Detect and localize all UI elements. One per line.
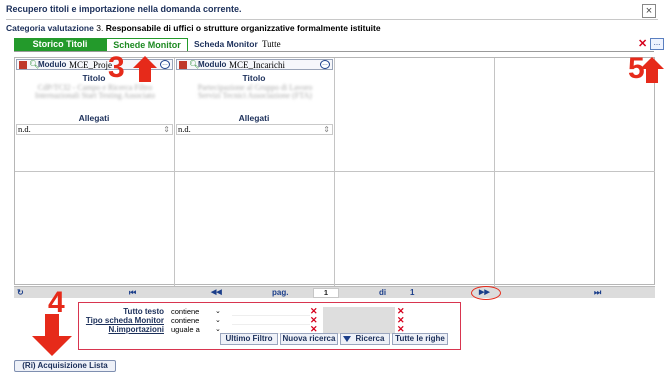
- annotation-arrow-up-icon: [640, 57, 664, 83]
- prev-page-icon[interactable]: ◀◀: [211, 287, 222, 299]
- pager-bar: ↻ ⏮ ◀◀ pag. 1 di 1 ▶▶ ⏭: [14, 286, 655, 298]
- filter-operator-select[interactable]: contiene ⌄: [171, 307, 223, 316]
- ricerca-label: Ricerca: [355, 334, 385, 343]
- titolo-header: Titolo: [242, 73, 266, 83]
- result-card: 🔍︎ Modulo MCE_Incarichi … Titolo Parteci…: [175, 58, 335, 172]
- comment-icon[interactable]: …: [160, 60, 170, 69]
- empty-cell: [15, 172, 175, 286]
- clear-scheda-icon[interactable]: ✕: [638, 38, 647, 50]
- spinner-icon: ⇕: [323, 125, 330, 134]
- filter-input[interactable]: [232, 316, 310, 325]
- empty-cell: [335, 172, 495, 286]
- allegati-value: n.d.: [18, 124, 31, 134]
- filter-label: Tutto testo: [123, 307, 164, 316]
- filter-funnel-icon: [343, 336, 351, 342]
- allegati-select[interactable]: n.d. ⇕: [16, 124, 173, 135]
- results-grid: 🔍︎ Modulo MCE_Proje … Titolo CdP/TCI2 - …: [14, 57, 655, 286]
- categoria-number: 3.: [96, 23, 104, 33]
- filter-extra-input[interactable]: [323, 307, 395, 316]
- filter-input[interactable]: [232, 307, 310, 316]
- modulo-label: Modulo: [198, 60, 227, 69]
- categoria-label: Categoria valutazione: [6, 23, 94, 33]
- tab-schede-monitor[interactable]: Schede Monitor: [106, 38, 188, 51]
- tutte-le-righe-button[interactable]: Tutte le righe: [392, 333, 448, 345]
- color-square-icon[interactable]: [179, 61, 187, 69]
- page-label: pag.: [272, 288, 289, 297]
- ultimo-filtro-button[interactable]: Ultimo Filtro: [220, 333, 278, 345]
- annotation-arrow-up-icon: [133, 56, 157, 82]
- modulo-label: Modulo: [38, 60, 67, 69]
- close-button[interactable]: ×: [642, 4, 656, 18]
- tab-bar: Storico Titoli Schede Monitor Scheda Mon…: [14, 38, 664, 52]
- comment-icon[interactable]: …: [320, 60, 330, 69]
- filter-label: N.importazioni: [108, 325, 164, 334]
- next-page-highlight: [471, 286, 501, 300]
- page-input[interactable]: 1: [313, 288, 339, 298]
- filter-row: Tipo scheda Monitor contiene ⌄ ✕ ✕: [79, 316, 462, 325]
- allegati-header: Allegati: [78, 113, 110, 123]
- empty-cell: [495, 172, 655, 286]
- empty-cell: [175, 172, 335, 286]
- last-page-icon[interactable]: ⏭: [594, 287, 601, 299]
- spinner-icon: ⇕: [163, 125, 170, 134]
- scheda-monitor-value[interactable]: Tutte: [262, 38, 281, 51]
- annotation-arrow-down-icon: [32, 314, 72, 356]
- dialog-title: Recupero titoli e importazione nella dom…: [6, 4, 242, 14]
- filter-row: Tutto testo contiene ⌄ ✕ ✕: [79, 307, 462, 316]
- filter-label: Tipo scheda Monitor: [85, 316, 164, 325]
- color-square-icon[interactable]: [19, 61, 27, 69]
- allegati-value: n.d.: [178, 124, 191, 134]
- first-page-icon[interactable]: ⏮: [129, 287, 136, 299]
- filter-extra-input[interactable]: [323, 316, 395, 325]
- titolo-value: Partecipazione al Gruppo di Lavoro Servi…: [197, 84, 313, 100]
- annotation-number-3: 3: [108, 51, 125, 84]
- categoria-row: Categoria valutazione 3. Responsabile di…: [6, 23, 381, 33]
- more-options-button[interactable]: ...: [650, 38, 664, 50]
- nuova-ricerca-button[interactable]: Nuova ricerca: [280, 333, 338, 345]
- modulo-value: MCE_Incarichi: [229, 60, 285, 70]
- tab-storico-titoli[interactable]: Storico Titoli: [14, 38, 106, 51]
- refresh-icon[interactable]: ↻: [17, 287, 24, 299]
- empty-cell: [335, 58, 495, 172]
- scheda-monitor-label: Scheda Monitor: [194, 39, 258, 49]
- of-label: di: [379, 288, 387, 297]
- acquisizione-lista-button[interactable]: (Ri) Acquisizione Lista: [14, 360, 116, 372]
- title-divider: [6, 19, 658, 20]
- categoria-value: Responsabile di uffici o strutture organ…: [105, 23, 381, 33]
- allegati-select[interactable]: n.d. ⇕: [176, 124, 333, 135]
- total-pages: 1: [410, 288, 415, 297]
- titolo-value: CdP/TCI2 - Campo e Ricerca Filtro Intern…: [35, 84, 155, 100]
- ricerca-button[interactable]: Ricerca: [340, 333, 390, 345]
- card-header: 🔍︎ Modulo MCE_Incarichi …: [176, 59, 333, 70]
- allegati-header: Allegati: [238, 113, 270, 123]
- filter-operator-select[interactable]: contiene ⌄: [171, 316, 223, 325]
- filter-operator-select[interactable]: uguale a ⌄: [171, 325, 223, 334]
